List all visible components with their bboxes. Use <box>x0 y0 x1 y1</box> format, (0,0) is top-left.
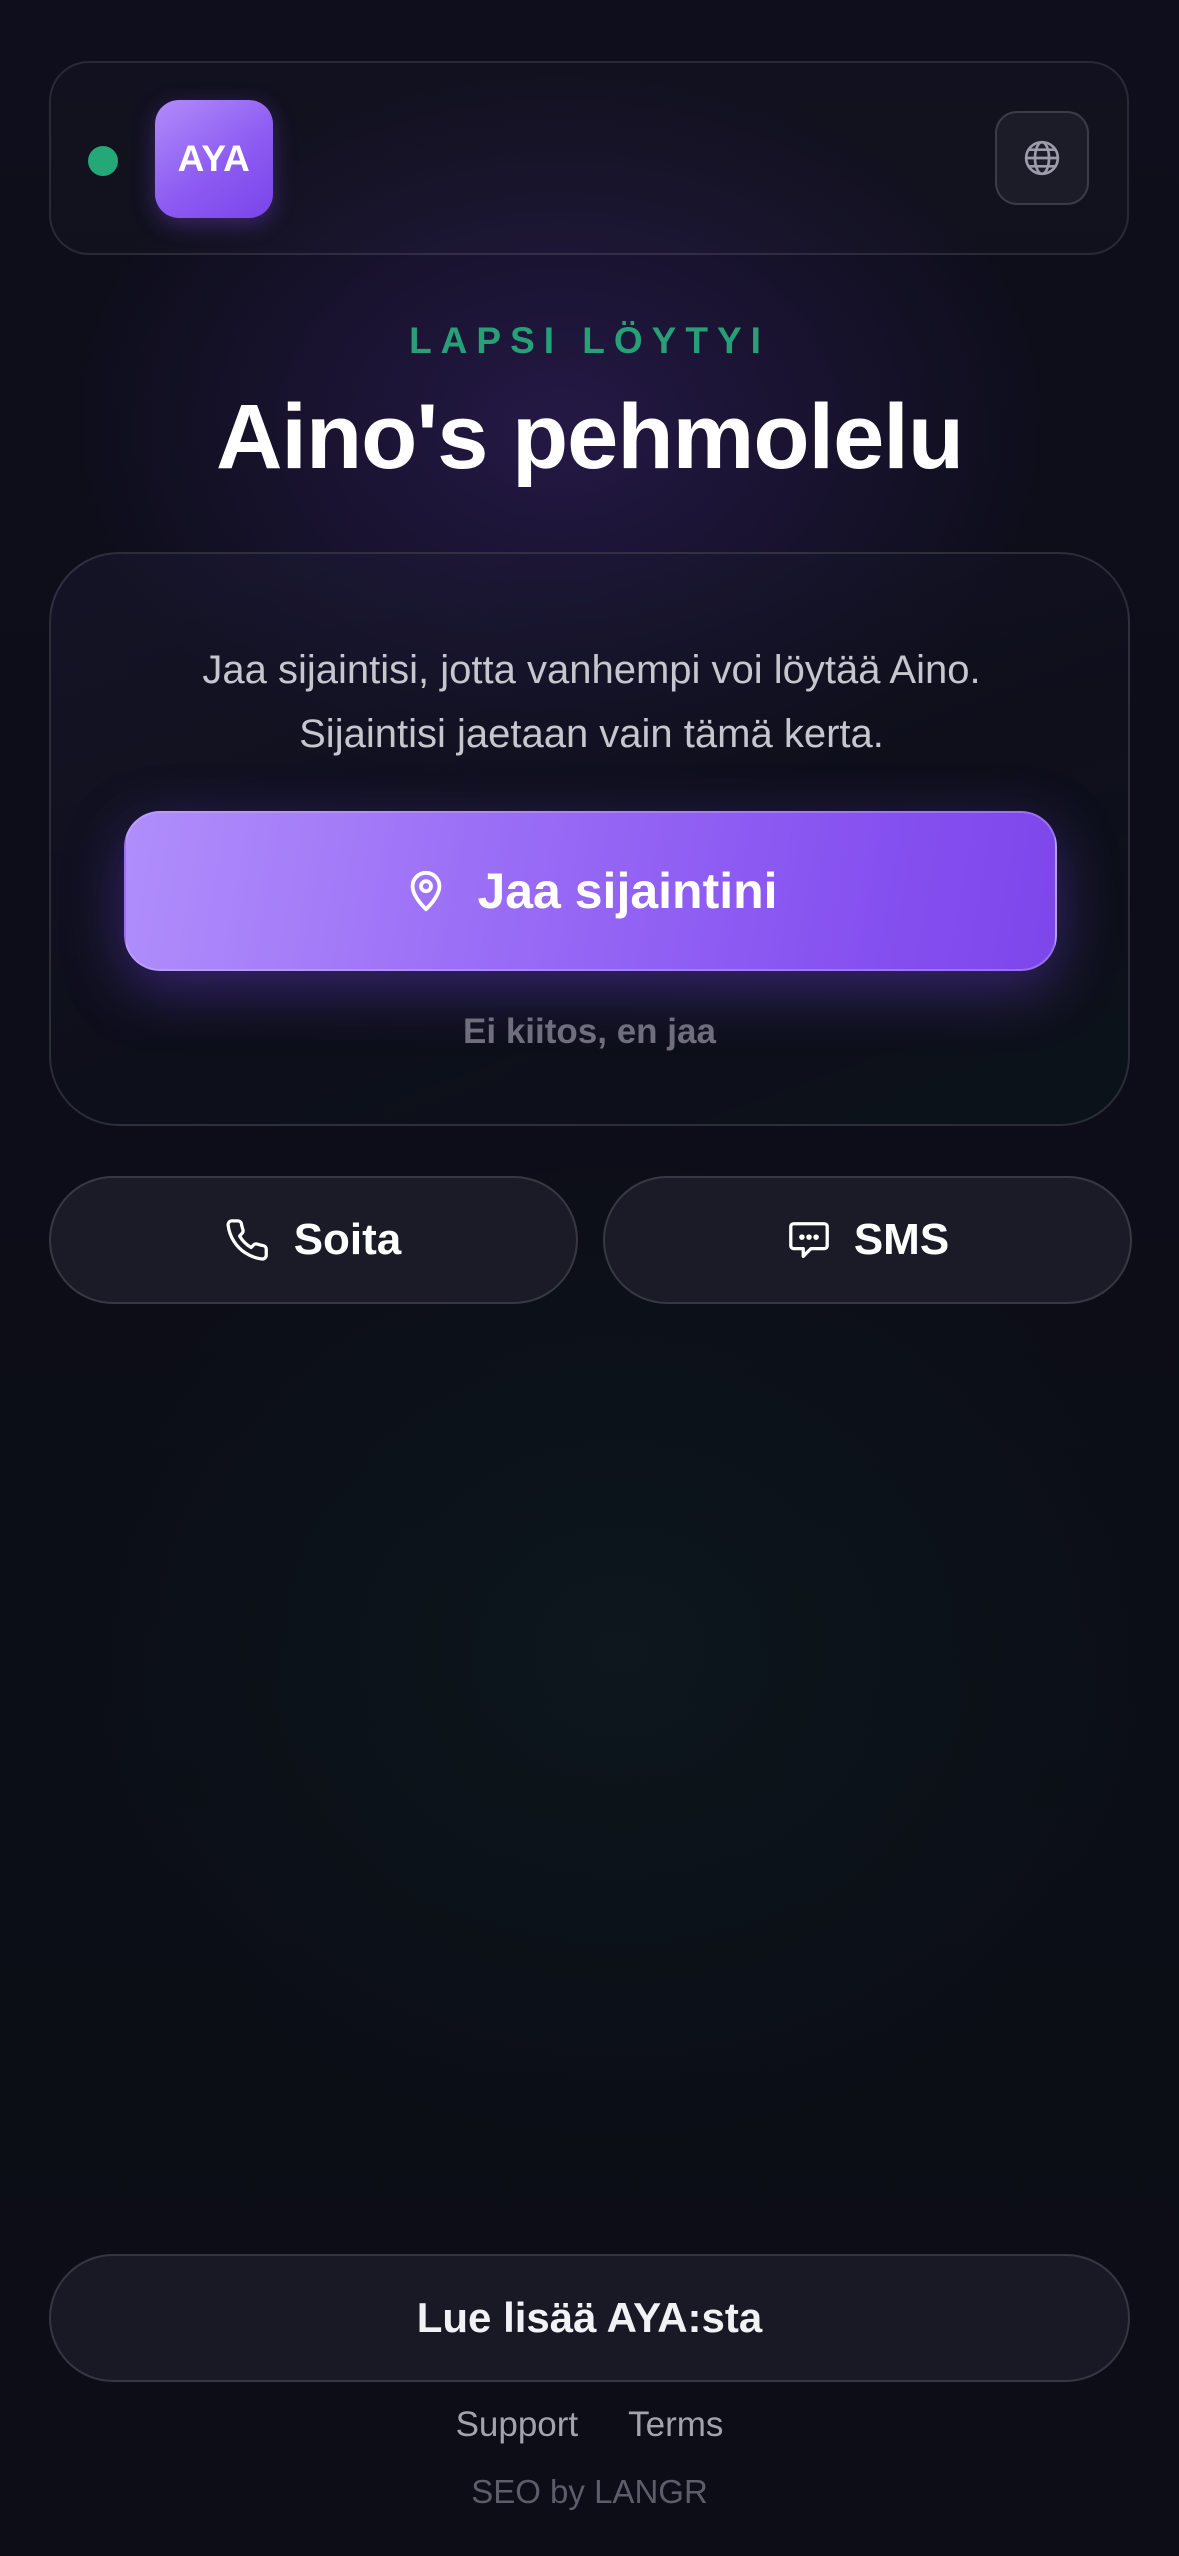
call-button[interactable]: Soita <box>49 1176 578 1304</box>
sms-button[interactable]: SMS <box>603 1176 1132 1304</box>
language-button[interactable] <box>995 111 1089 205</box>
found-eyebrow: LAPSI LÖYTYI <box>409 320 770 361</box>
terms-link[interactable]: Terms <box>628 2405 723 2445</box>
learn-more-button[interactable]: Lue lisää AYA:sta <box>49 2254 1130 2382</box>
support-link[interactable]: Support <box>456 2405 579 2445</box>
aya-logo: AYA <box>155 100 273 218</box>
footer-links: Support Terms <box>0 2405 1179 2445</box>
call-label: Soita <box>293 1215 402 1264</box>
phone-icon <box>226 1217 272 1263</box>
status-indicator <box>88 146 118 176</box>
globe-icon <box>1022 138 1062 178</box>
page-title: Aino's pehmolelu <box>215 386 964 488</box>
top-bar: AYA <box>49 61 1129 255</box>
share-button-label: Jaa sijaintini <box>477 863 778 919</box>
share-description: Jaa sijaintisi, jotta vanhempi voi löytä… <box>111 638 1072 766</box>
description-line-2: Sijaintisi jaetaan vain tämä kerta. <box>299 712 884 756</box>
share-location-button[interactable]: Jaa sijaintini <box>124 811 1057 971</box>
sms-label: SMS <box>853 1215 950 1264</box>
chat-bubble-icon <box>786 1217 832 1263</box>
seo-credit: SEO by LANGR <box>471 2473 708 2510</box>
description-line-1: Jaa sijaintisi, jotta vanhempi voi löytä… <box>202 648 981 692</box>
decline-link[interactable]: Ei kiitos, en jaa <box>51 1012 1128 1052</box>
share-location-card: Jaa sijaintisi, jotta vanhempi voi löytä… <box>49 552 1130 1126</box>
location-pin-icon <box>403 868 449 914</box>
